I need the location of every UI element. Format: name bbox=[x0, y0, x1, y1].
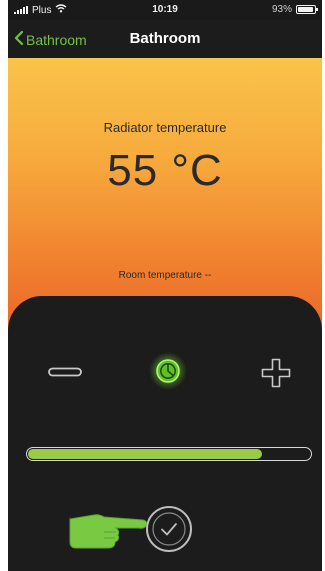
minus-icon bbox=[48, 367, 82, 377]
nav-bar: Bathroom Bathroom bbox=[8, 20, 322, 58]
room-temperature-label: Room temperature -- bbox=[118, 270, 212, 281]
chevron-left-icon bbox=[14, 30, 24, 49]
decrease-button[interactable] bbox=[46, 362, 84, 382]
battery-icon bbox=[296, 5, 318, 14]
phone-screen: Plus 10:19 93% Bathroom Bathroom Radiato… bbox=[8, 0, 322, 571]
battery-percent: 93% bbox=[271, 4, 292, 15]
pointing-hand-icon bbox=[68, 507, 148, 551]
status-right: 93% bbox=[271, 4, 318, 15]
radiator-temperature-label: Radiator temperature bbox=[103, 120, 227, 135]
slider-fill bbox=[28, 449, 262, 459]
temperature-slider[interactable] bbox=[26, 447, 312, 461]
confirm-button[interactable] bbox=[145, 505, 193, 553]
radiator-temperature-value: 55 °C bbox=[107, 146, 223, 195]
clock-mode-icon bbox=[149, 352, 187, 390]
back-label: Bathroom bbox=[26, 31, 87, 48]
checkmark-icon bbox=[146, 506, 192, 552]
mode-button[interactable] bbox=[149, 352, 187, 390]
increase-button[interactable] bbox=[258, 356, 294, 390]
back-button[interactable]: Bathroom bbox=[14, 30, 87, 49]
status-bar: Plus 10:19 93% bbox=[8, 0, 322, 20]
plus-icon bbox=[261, 358, 291, 388]
